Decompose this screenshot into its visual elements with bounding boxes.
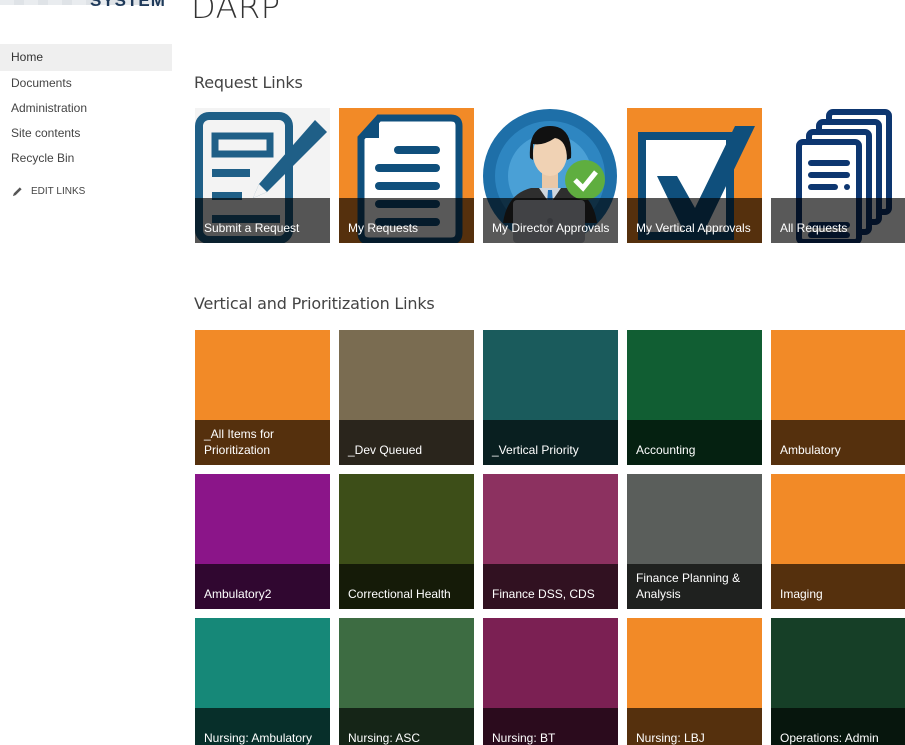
tile-nursing-ambulatory[interactable]: Nursing: Ambulatory xyxy=(195,618,330,745)
edit-links-label: EDIT LINKS xyxy=(31,185,86,197)
tile-label: Nursing: LBJ xyxy=(636,731,705,745)
tile-all-requests[interactable]: All Requests xyxy=(771,108,905,243)
tile-submit-request[interactable]: Submit a Request xyxy=(195,108,330,243)
tile-my-vertical-approvals[interactable]: My Vertical Approvals xyxy=(627,108,762,243)
site-logo[interactable]: SYSTEM xyxy=(0,0,165,13)
tile-label: _All Items for Prioritization xyxy=(204,427,275,457)
logo-text: SYSTEM xyxy=(90,0,166,10)
tile-my-director-approvals[interactable]: My Director Approvals xyxy=(483,108,618,243)
nav-item-administration[interactable]: Administration xyxy=(0,96,172,121)
tile-ambulatory2[interactable]: Ambulatory2 xyxy=(195,474,330,609)
vertical-links-heading: Vertical and Prioritization Links xyxy=(194,294,435,313)
tile-operations-admin[interactable]: Operations: Admin xyxy=(771,618,905,745)
tile-label: My Director Approvals xyxy=(492,221,610,235)
tile-label: Nursing: Ambulatory xyxy=(204,731,313,745)
tile-label: Accounting xyxy=(636,443,696,457)
request-links-tiles: Submit a Request My Requests My Director… xyxy=(195,108,905,243)
tile-label: Ambulatory xyxy=(780,443,841,457)
pencil-icon xyxy=(12,186,22,196)
tile-accounting[interactable]: Accounting xyxy=(627,330,762,465)
tile-my-requests[interactable]: My Requests xyxy=(339,108,474,243)
tile-label: Ambulatory2 xyxy=(204,587,272,601)
tile-label: Imaging xyxy=(780,587,823,601)
tile-ambulatory[interactable]: Ambulatory xyxy=(771,330,905,465)
tile-label: Submit a Request xyxy=(204,221,300,235)
tile-nursing-bt[interactable]: Nursing: BT xyxy=(483,618,618,745)
tile-label: My Requests xyxy=(348,221,419,235)
nav-item-home[interactable]: Home xyxy=(0,44,172,71)
tile-all-items-for-prioritization[interactable]: _All Items for Prioritization xyxy=(195,330,330,465)
nav-item-recycle-bin[interactable]: Recycle Bin xyxy=(0,146,172,171)
edit-links-button[interactable]: EDIT LINKS xyxy=(0,183,172,199)
tile-nursing-asc[interactable]: Nursing: ASC xyxy=(339,618,474,745)
tile-label: My Vertical Approvals xyxy=(636,221,751,235)
tile-label: Finance Planning & Analysis xyxy=(636,571,741,601)
vertical-links-tiles: _All Items for Prioritization _Dev Queued… xyxy=(195,330,905,745)
tile-label: All Requests xyxy=(780,221,848,235)
tile-label: Nursing: ASC xyxy=(348,731,421,745)
nav-item-site-contents[interactable]: Site contents xyxy=(0,121,172,146)
request-links-heading: Request Links xyxy=(194,73,303,92)
nav-item-documents[interactable]: Documents xyxy=(0,71,172,96)
tile-imaging[interactable]: Imaging xyxy=(771,474,905,609)
tile-label: _Dev Queued xyxy=(348,443,423,457)
tile-label: _Vertical Priority xyxy=(492,443,579,457)
tile-finance-dss-cds[interactable]: Finance DSS, CDS xyxy=(483,474,618,609)
tile-finance-planning-analysis[interactable]: Finance Planning & Analysis xyxy=(627,474,762,609)
tile-label: Finance DSS, CDS xyxy=(492,587,595,601)
tile-dev-queued[interactable]: _Dev Queued xyxy=(339,330,474,465)
nav-list: Home Documents Administration Site conte… xyxy=(0,44,172,171)
tile-label: Operations: Admin xyxy=(780,731,879,745)
page-title: DARP xyxy=(191,0,281,26)
tile-correctional-health[interactable]: Correctional Health xyxy=(339,474,474,609)
tile-label: Correctional Health xyxy=(348,587,451,601)
quick-launch-nav: Home Documents Administration Site conte… xyxy=(0,44,172,199)
tile-vertical-priority[interactable]: _Vertical Priority xyxy=(483,330,618,465)
tile-label: Nursing: BT xyxy=(492,731,556,745)
tile-nursing-lbj[interactable]: Nursing: LBJ xyxy=(627,618,762,745)
